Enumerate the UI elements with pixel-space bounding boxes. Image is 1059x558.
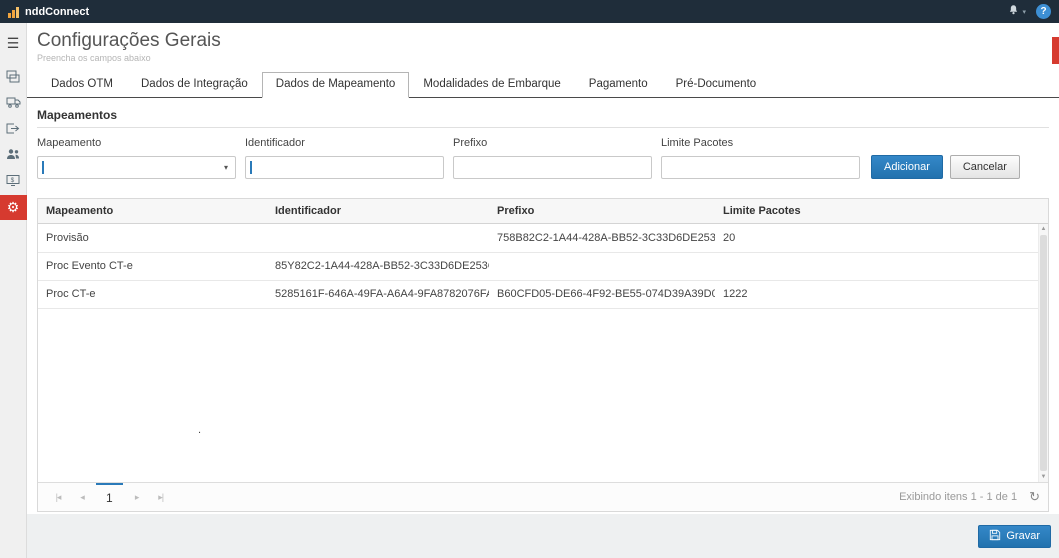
cell-prefixo — [489, 252, 715, 280]
scroll-down-icon[interactable]: ▼ — [1039, 472, 1048, 482]
sidebar-item-export[interactable] — [0, 117, 27, 142]
column-header-mapeamento[interactable]: Mapeamento — [38, 199, 267, 224]
monitor-money-icon: $ — [6, 174, 20, 190]
tab-dados-integracao[interactable]: Dados de Integração — [127, 72, 262, 97]
notifications-button[interactable]: ▾ — [1008, 4, 1026, 19]
sidebar-menu-toggle[interactable]: ☰ — [0, 31, 27, 56]
cell-identificador: 5285161F-646A-49FA-A6A4-9FA8782076FA — [267, 280, 489, 308]
chevron-down-icon: ▾ — [217, 163, 235, 172]
cell-limite-pacotes: 1222 — [715, 280, 1048, 308]
settings-gear-icon: ⚙ — [7, 199, 20, 216]
tab-strip: Dados OTM Dados de Integração Dados de M… — [27, 72, 1059, 98]
footer-bar: Gravar — [27, 514, 1059, 558]
cell-limite-pacotes: 20 — [715, 224, 1048, 252]
red-edge-strip — [1052, 37, 1059, 64]
gravar-button[interactable]: Gravar — [978, 525, 1051, 548]
pager-prev-button[interactable]: ◂ — [70, 492, 94, 503]
tab-dados-mapeamento[interactable]: Dados de Mapeamento — [262, 72, 410, 98]
users-icon — [6, 148, 20, 163]
prefixo-input-wrap — [453, 156, 652, 179]
text-cursor — [250, 161, 252, 174]
limite-pacotes-label: Limite Pacotes — [661, 137, 860, 149]
chevron-down-icon: ▾ — [1022, 8, 1026, 16]
mapeamento-select[interactable]: ▾ — [37, 156, 236, 179]
sidebar-item-shipping[interactable] — [0, 91, 27, 116]
pager-first-button[interactable]: |◂ — [46, 492, 70, 503]
brand-name: nddConnect — [25, 6, 89, 18]
limite-pacotes-input[interactable] — [662, 157, 859, 178]
hamburger-icon: ☰ — [7, 35, 20, 52]
page-subtitle: Preencha os campos abaixo — [37, 53, 1049, 63]
app-logo: nddConnect — [8, 6, 89, 18]
cell-mapeamento: Provisão — [38, 224, 267, 252]
scroll-up-icon[interactable]: ▲ — [1039, 224, 1048, 234]
limite-pacotes-input-wrap — [661, 156, 860, 179]
mapping-form: Mapeamento ▾ Identificador Prefixo — [27, 128, 1059, 185]
text-cursor — [42, 161, 44, 174]
cell-mapeamento: Proc Evento CT-e — [38, 252, 267, 280]
cell-limite-pacotes — [715, 252, 1048, 280]
pager-status: Exibindo itens 1 - 1 de 1 — [899, 491, 1017, 503]
grid-header: Mapeamento Identificador Prefixo Limite … — [38, 199, 1048, 224]
sidebar-item-billing[interactable]: $ — [0, 169, 27, 194]
sidebar-item-screens[interactable] — [0, 65, 27, 90]
cancelar-button[interactable]: Cancelar — [950, 155, 1020, 179]
cell-identificador — [267, 224, 489, 252]
tab-pre-documento[interactable]: Pré-Documento — [662, 72, 771, 97]
main-panel: Configurações Gerais Preencha os campos … — [27, 23, 1059, 514]
mapeamento-label: Mapeamento — [37, 137, 236, 149]
bell-icon — [1008, 4, 1019, 19]
identificador-label: Identificador — [245, 137, 444, 149]
table-row[interactable]: Proc CT-e 5285161F-646A-49FA-A6A4-9FA878… — [38, 280, 1048, 308]
page-header: Configurações Gerais Preencha os campos … — [27, 23, 1059, 63]
column-header-prefixo[interactable]: Prefixo — [489, 199, 715, 224]
topbar: nddConnect ▾ ? — [0, 0, 1059, 23]
grid-body: Provisão 758B82C2-1A44-428A-BB52-3C33D6D… — [38, 224, 1048, 482]
mappings-grid: Mapeamento Identificador Prefixo Limite … — [37, 198, 1049, 512]
cell-prefixo: B60CFD05-DE66-4F92-BE55-074D39A39D03 — [489, 280, 715, 308]
sidebar: ☰ — [0, 23, 27, 558]
brand-bars-icon — [8, 6, 20, 18]
prefixo-input[interactable] — [454, 157, 651, 178]
stray-dot: . — [198, 424, 201, 436]
gravar-label: Gravar — [1006, 530, 1040, 542]
pager-page-1[interactable]: 1 — [96, 483, 123, 511]
cell-mapeamento: Proc CT-e — [38, 280, 267, 308]
svg-text:$: $ — [11, 177, 15, 184]
help-button[interactable]: ? — [1036, 4, 1051, 19]
cell-identificador: 85Y82C2-1A44-428A-BB52-3C33D6DE253C — [267, 252, 489, 280]
column-header-limite-pacotes[interactable]: Limite Pacotes — [715, 199, 1048, 224]
tab-modalidades-embarque[interactable]: Modalidades de Embarque — [409, 72, 574, 97]
table-row[interactable]: Provisão 758B82C2-1A44-428A-BB52-3C33D6D… — [38, 224, 1048, 252]
vertical-scrollbar[interactable]: ▲ ▼ — [1038, 224, 1048, 482]
grid-pager: |◂ ◂ 1 ▸ ▸| Exibindo itens 1 - 1 de 1 ↻ — [38, 482, 1048, 511]
section-title: Mapeamentos — [27, 98, 1059, 127]
pager-last-button[interactable]: ▸| — [149, 492, 173, 503]
screens-icon — [6, 70, 20, 86]
table-row[interactable]: Proc Evento CT-e 85Y82C2-1A44-428A-BB52-… — [38, 252, 1048, 280]
sidebar-item-settings[interactable]: ⚙ — [0, 195, 27, 220]
prefixo-label: Prefixo — [453, 137, 652, 149]
cell-prefixo: 758B82C2-1A44-428A-BB52-3C33D6DE253C — [489, 224, 715, 252]
truck-icon — [6, 96, 21, 111]
identificador-input-wrap — [245, 156, 444, 179]
identificador-input[interactable] — [246, 157, 443, 178]
column-header-identificador[interactable]: Identificador — [267, 199, 489, 224]
tab-dados-otm[interactable]: Dados OTM — [37, 72, 127, 97]
refresh-icon[interactable]: ↻ — [1029, 489, 1040, 505]
pager-next-button[interactable]: ▸ — [125, 492, 149, 503]
scrollbar-thumb[interactable] — [1040, 235, 1047, 471]
tab-pagamento[interactable]: Pagamento — [575, 72, 662, 97]
export-icon — [6, 122, 20, 138]
save-disk-icon — [989, 529, 1001, 544]
sidebar-item-users[interactable] — [0, 143, 27, 168]
page-title: Configurações Gerais — [37, 30, 1049, 52]
adicionar-button[interactable]: Adicionar — [871, 155, 943, 179]
